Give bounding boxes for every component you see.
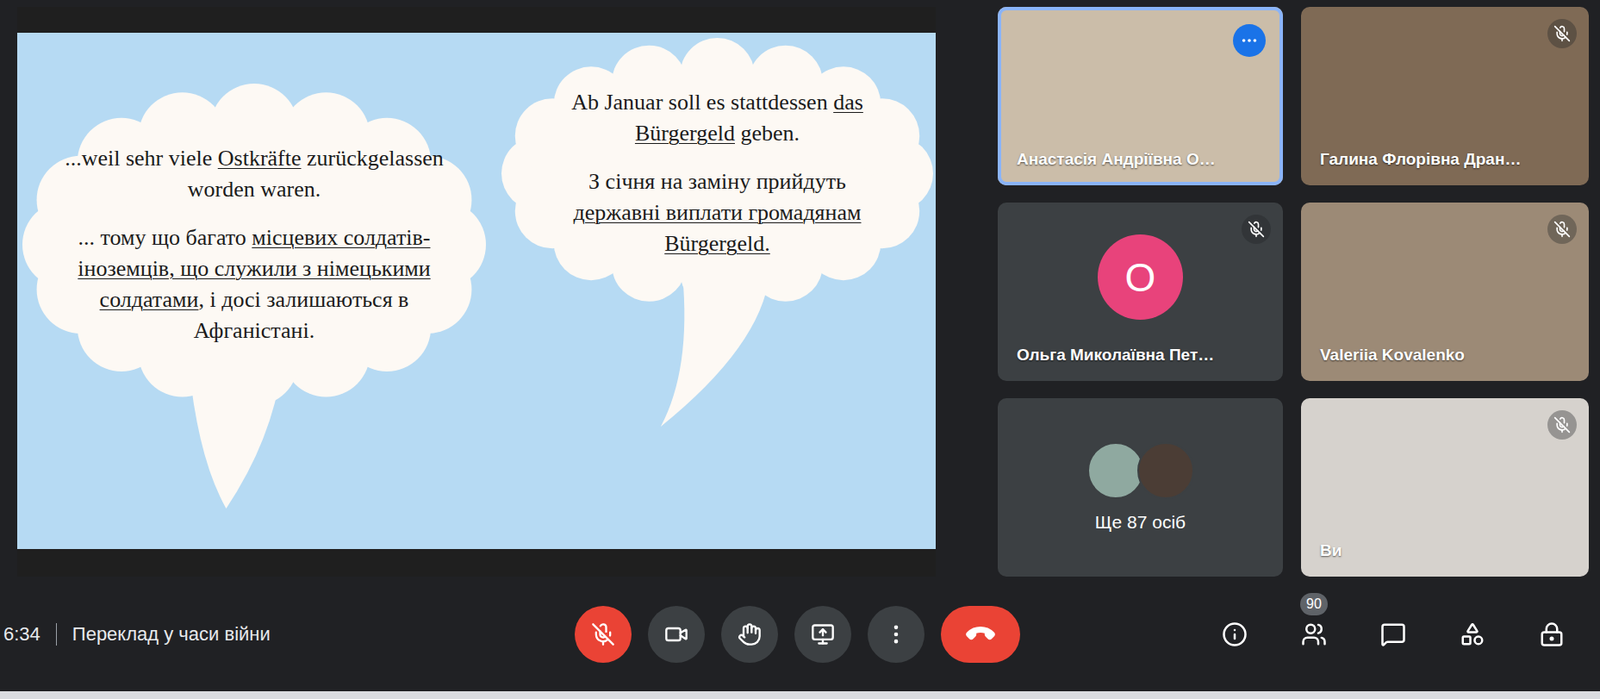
bubble-text: ...weil sehr viele Ostkräfte zurückgelas… <box>55 143 454 206</box>
participant-name: Ольга Миколаївна Пет… <box>1016 344 1270 366</box>
people-icon <box>1301 621 1327 648</box>
participant-avatar: О <box>1097 234 1183 320</box>
slide: ...weil sehr viele Ostkräfte zurückgelas… <box>17 32 936 549</box>
chat-button[interactable] <box>1370 611 1416 657</box>
camera-button[interactable] <box>647 605 705 663</box>
participant-photos <box>1087 442 1195 499</box>
meeting-window: ...weil sehr viele Ostkräfte zurückgelas… <box>0 0 1600 699</box>
muted-badge <box>1241 214 1271 244</box>
control-bar: 6:34 Переклад у часи війни 90 <box>0 576 1600 692</box>
participant-tile[interactable]: О Ольга Миколаївна Пет… <box>997 202 1283 381</box>
muted-badge <box>1547 18 1577 49</box>
host-controls-icon <box>1538 621 1565 648</box>
more-participants-tile[interactable]: Ще 87 осіб <box>997 398 1283 577</box>
mic-off-icon <box>1553 416 1571 434</box>
participant-photo <box>1137 442 1195 499</box>
more-participants-label: Ще 87 осіб <box>1095 510 1186 534</box>
present-screen-icon <box>810 622 835 647</box>
leave-button[interactable] <box>940 605 1021 663</box>
info-button[interactable] <box>1212 611 1258 657</box>
mic-off-icon <box>1247 220 1265 238</box>
people-button[interactable]: 90 <box>1291 611 1337 657</box>
participant-tile[interactable]: Valeriia Kovalenko <box>1301 202 1589 381</box>
bubble-text: Ab Januar soll es stattdessen das Bürger… <box>553 87 882 150</box>
participant-name: Галина Флорівна Дран… <box>1319 149 1576 170</box>
chat-icon <box>1380 621 1407 648</box>
call-controls <box>557 605 1021 663</box>
muted-badge <box>1547 214 1577 244</box>
bubble-text: З січня на заміну прийдуть державні випл… <box>553 166 882 260</box>
count-badge: 90 <box>1300 592 1328 616</box>
letterbox-bar <box>17 6 936 33</box>
hand-button[interactable] <box>721 605 779 663</box>
participant-grid: Анастасія Андріївна О… Галина Флорівна Др… <box>997 6 1589 577</box>
mic-off-icon <box>591 622 616 647</box>
tile-options-button[interactable] <box>1232 24 1266 57</box>
host-button[interactable] <box>1529 611 1575 657</box>
hang-up-icon <box>963 616 998 652</box>
participant-name: Анастасія Андріївна О… <box>1016 149 1270 170</box>
more-vertical-icon <box>884 622 909 647</box>
speech-bubble: ...weil sehr viele Ostkräfte zurückgelas… <box>20 81 488 511</box>
camera-icon <box>664 622 689 647</box>
meeting-stage: ...weil sehr viele Ostkräfte zurückgelas… <box>0 0 1600 577</box>
present-button[interactable] <box>794 605 852 663</box>
info-icon <box>1221 621 1248 648</box>
speech-bubble: Ab Januar soll es stattdessen das Bürger… <box>499 36 935 429</box>
mic-off-icon <box>1553 220 1571 238</box>
side-controls: 90 <box>1020 611 1575 657</box>
participant-photo <box>1087 442 1145 499</box>
more-button[interactable] <box>867 605 925 663</box>
bubble-text: ... тому що багато місцевих солдатів-іно… <box>55 222 454 347</box>
mic-off-icon <box>1553 24 1571 43</box>
activities-icon <box>1459 621 1486 648</box>
participant-tile[interactable]: Галина Флорівна Дран… <box>1301 6 1589 186</box>
letterbox-bar <box>17 548 936 577</box>
meeting-info: 6:34 Переклад у часи війни <box>3 622 558 647</box>
activities-button[interactable] <box>1450 611 1495 657</box>
participant-name: Valeriia Kovalenko <box>1319 344 1576 366</box>
participant-tile[interactable]: Ви <box>1301 398 1589 577</box>
meeting-time: 6:34 <box>3 622 41 647</box>
meeting-title: Переклад у часи війни <box>72 622 271 647</box>
participant-name: Ви <box>1319 540 1576 561</box>
raise-hand-icon <box>737 622 762 647</box>
muted-badge <box>1547 410 1577 440</box>
divider <box>56 622 57 646</box>
participant-tile[interactable]: Анастасія Андріївна О… <box>997 6 1283 186</box>
taskbar-edge <box>0 691 1600 699</box>
mic-button[interactable] <box>574 605 632 663</box>
presentation: ...weil sehr viele Ostkräfte zurückgelas… <box>17 6 936 577</box>
more-horizontal-icon <box>1239 31 1259 50</box>
